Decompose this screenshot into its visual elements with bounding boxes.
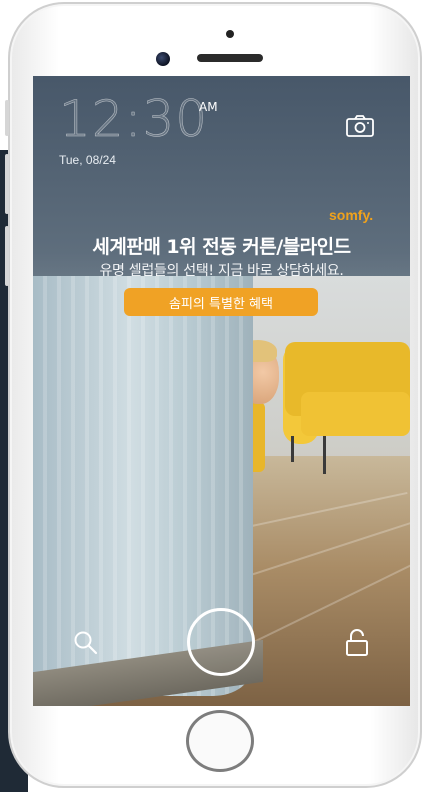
ad-subline: 유명 셀럽들의 선택! 지금 바로 상담하세요. bbox=[99, 263, 344, 279]
promo-button[interactable]: 솜피의 특별한 혜택 bbox=[124, 288, 318, 316]
search-button[interactable] bbox=[71, 628, 101, 658]
mute-switch bbox=[5, 100, 9, 136]
brand-logo: somfy. bbox=[329, 207, 374, 223]
clock-ampm: AM bbox=[199, 100, 218, 114]
volume-up-button bbox=[5, 154, 9, 214]
clock-time: 12:30 bbox=[59, 90, 209, 149]
front-camera-icon bbox=[156, 52, 170, 66]
lock-button[interactable] bbox=[344, 628, 370, 658]
lock-icon bbox=[346, 629, 368, 656]
camera-icon bbox=[346, 115, 374, 137]
armchair-seat bbox=[301, 392, 410, 436]
clock-date: Tue, 08/24 bbox=[59, 153, 116, 167]
home-button[interactable] bbox=[186, 710, 254, 772]
lock-screen: 12:30 AM Tue, 08/24 somfy. 세계판매 1위 전동 커튼… bbox=[33, 76, 410, 706]
search-icon bbox=[74, 631, 98, 655]
proximity-sensor bbox=[226, 30, 234, 38]
earpiece-speaker bbox=[197, 54, 263, 62]
unlock-circle-button[interactable] bbox=[187, 608, 255, 676]
ad-headline: 세계판매 1위 전동 커튼/블라인드 bbox=[92, 236, 351, 258]
camera-button[interactable] bbox=[345, 114, 375, 138]
armchair-leg bbox=[323, 436, 326, 474]
armchair-leg bbox=[291, 436, 294, 462]
volume-down-button bbox=[5, 226, 9, 286]
